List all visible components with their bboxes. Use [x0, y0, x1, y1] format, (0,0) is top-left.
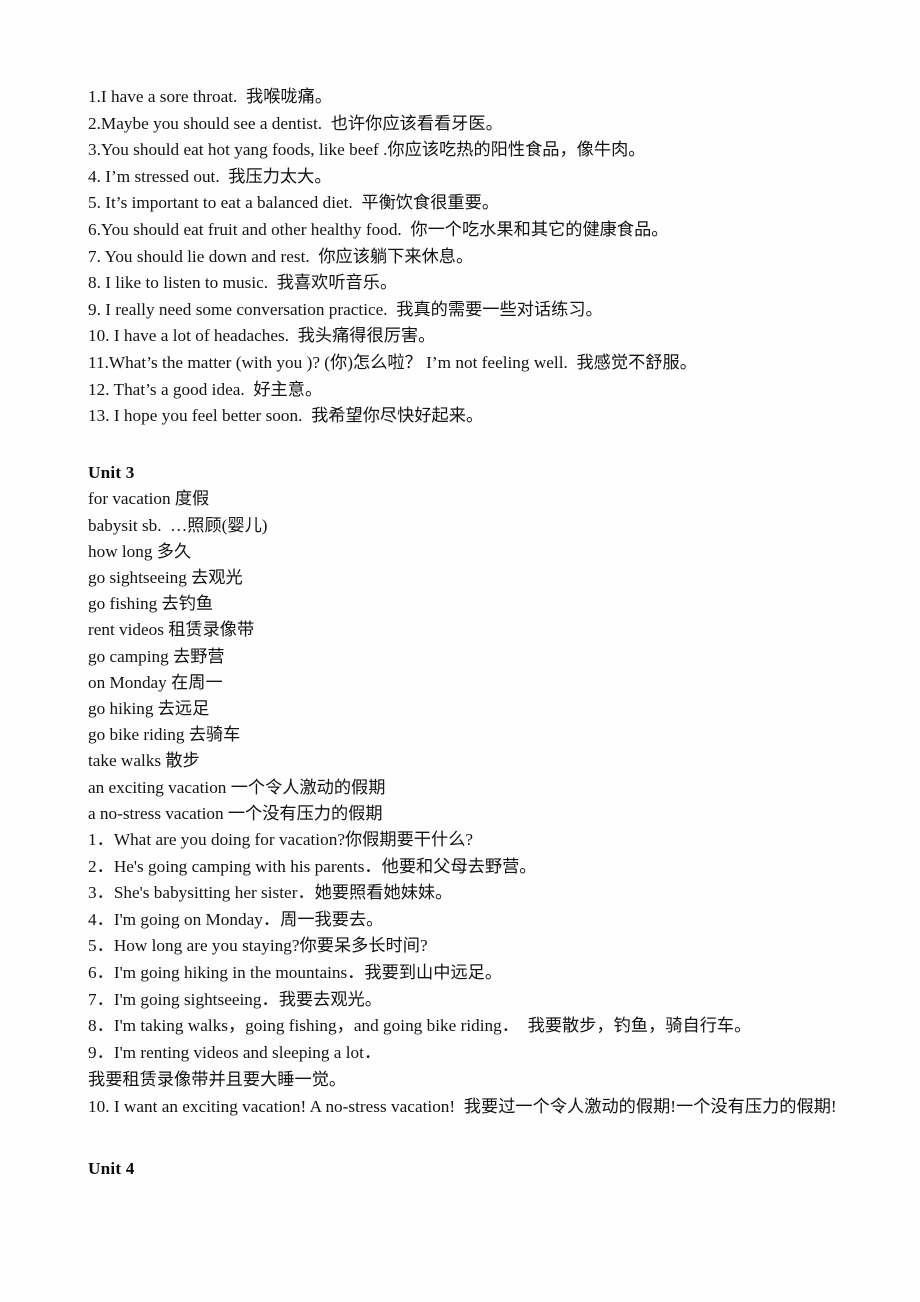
unit3-vocabulary-list: for vacation 度假 babysit sb. …照顾(婴儿) how …	[88, 486, 856, 827]
document-page: 1.I have a sore throat. 我喉咙痛。 2.Maybe yo…	[0, 0, 920, 1302]
vocabulary-entry: babysit sb. …照顾(婴儿)	[88, 515, 268, 535]
sentence-line: 11.What’s the matter (with you )? (你)怎么啦…	[88, 352, 697, 372]
unit2-sentence-list: 1.I have a sore throat. 我喉咙痛。 2.Maybe yo…	[88, 84, 856, 430]
vocabulary-entry: go hiking 去远足	[88, 698, 210, 718]
unit4-heading: Unit 4	[88, 1159, 135, 1179]
page-content: 1.I have a sore throat. 我喉咙痛。 2.Maybe yo…	[88, 84, 856, 1183]
sentence-line: 8．I'm taking walks，going fishing，and goi…	[88, 1016, 752, 1036]
sentence-line: 9. I really need some conversation pract…	[88, 299, 603, 319]
sentence-line: 7. You should lie down and rest. 你应该躺下来休…	[88, 246, 474, 266]
sentence-line-continuation: 我要租赁录像带并且要大睡一觉。	[88, 1070, 347, 1090]
vocabulary-entry: on Monday 在周一	[88, 672, 223, 692]
sentence-line: 4. I’m stressed out. 我压力太大。	[88, 166, 332, 186]
sentence-line: 2.Maybe you should see a dentist. 也许你应该看…	[88, 113, 503, 133]
sentence-line: 3.You should eat hot yang foods, like be…	[88, 140, 646, 160]
sentence-line: 5．How long are you staying?你要呆多长时间?	[88, 936, 428, 956]
vocabulary-entry: an exciting vacation 一个令人激动的假期	[88, 777, 386, 797]
vocabulary-entry: go bike riding 去骑车	[88, 725, 241, 745]
sentence-line: 13. I hope you feel better soon. 我希望你尽快好…	[88, 406, 484, 426]
unit3-heading: Unit 3	[88, 462, 135, 482]
vocabulary-entry: go sightseeing 去观光	[88, 567, 243, 587]
sentence-line: 10. I want an exciting vacation! A no-st…	[88, 1097, 837, 1117]
sentence-line: 2．He's going camping with his parents．他要…	[88, 856, 537, 876]
sentence-line: 6.You should eat fruit and other healthy…	[88, 219, 669, 239]
sentence-line: 4．I'm going on Monday．周一我要去。	[88, 909, 384, 929]
vocabulary-entry: a no-stress vacation 一个没有压力的假期	[88, 803, 383, 823]
unit3-sentence-list: 1．What are you doing for vacation?你假期要干什…	[88, 827, 856, 1120]
sentence-line: 8. I like to listen to music. 我喜欢听音乐。	[88, 273, 398, 293]
sentence-line: 7．I'm going sightseeing．我要去观光。	[88, 989, 382, 1009]
vocabulary-entry: go fishing 去钓鱼	[88, 594, 214, 614]
sentence-line: 12. That’s a good idea. 好主意。	[88, 379, 323, 399]
sentence-line: 3．She's babysitting her sister．她要照看她妹妹。	[88, 883, 453, 903]
vocabulary-entry: rent videos 租赁录像带	[88, 620, 255, 640]
sentence-line: 10. I have a lot of headaches. 我头痛得很厉害。	[88, 326, 436, 346]
vocabulary-entry: how long 多久	[88, 541, 192, 561]
vocabulary-entry: for vacation 度假	[88, 489, 210, 509]
sentence-line: 5. It’s important to eat a balanced diet…	[88, 193, 500, 213]
sentence-line: 1.I have a sore throat. 我喉咙痛。	[88, 87, 333, 106]
vocabulary-entry: take walks 散步	[88, 751, 200, 771]
sentence-line: 9．I'm renting videos and sleeping a lot．	[88, 1042, 382, 1062]
sentence-line: 6．I'm going hiking in the mountains．我要到山…	[88, 962, 503, 982]
sentence-line: 1．What are you doing for vacation?你假期要干什…	[88, 829, 474, 849]
vocabulary-entry: go camping 去野营	[88, 646, 225, 666]
